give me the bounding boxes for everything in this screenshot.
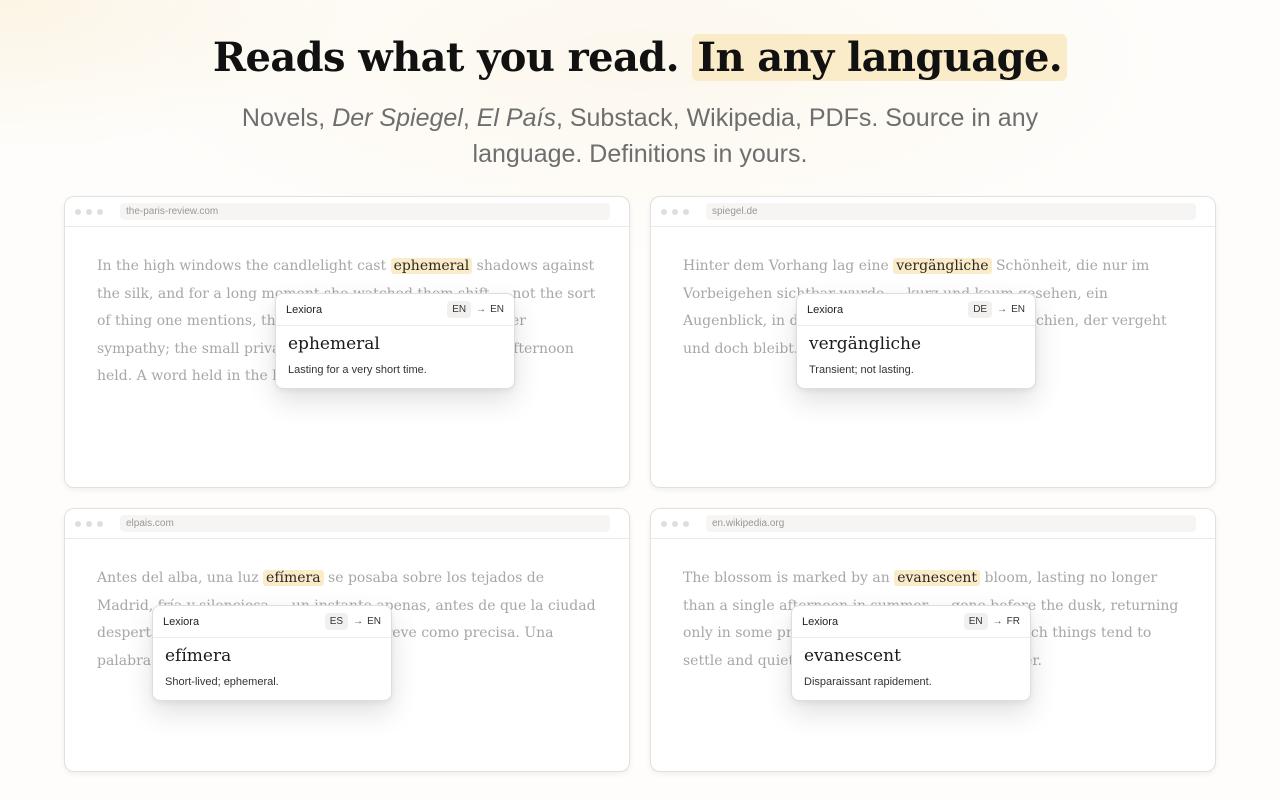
browser-chrome: the-paris-review.com (65, 197, 629, 227)
window-dot-icon (683, 208, 689, 215)
subtitle-italic-elpais: El País (476, 104, 556, 132)
popup-definition: Lasting for a very short time. (288, 364, 427, 376)
browser-chrome: en.wikipedia.org (651, 509, 1215, 539)
browser-card-spiegel: spiegel.de Hinter dem Vorhang lag eine v… (650, 196, 1216, 488)
highlighted-word[interactable]: evanescent (894, 570, 981, 586)
subtitle-text: , (462, 104, 477, 132)
subtitle-text: Novels, (241, 104, 333, 132)
subtitle-italic-spiegel: Der Spiegel (332, 104, 463, 132)
window-dot-icon (672, 208, 678, 215)
window-dot-icon (97, 208, 103, 215)
subtitle-text: , Substack, Wikipedia, PDFs. Source in a… (472, 104, 1039, 168)
arrow-right-icon: → (476, 304, 487, 315)
browser-card-wikipedia: en.wikipedia.org The blossom is marked b… (650, 508, 1216, 772)
language-pair[interactable]: EN → EN (447, 301, 504, 318)
brand-label: Lexiora (802, 615, 839, 628)
window-dot-icon (683, 520, 689, 527)
target-language[interactable]: FR (1003, 613, 1020, 630)
language-pair[interactable]: ES → EN (324, 613, 381, 630)
source-language[interactable]: EN (963, 613, 988, 630)
headline-plain: Reads what you read. (212, 34, 680, 81)
popup-term: evanescent (804, 646, 901, 666)
highlighted-word[interactable]: vergängliche (893, 258, 992, 274)
popup-definition: Transient; not lasting. (809, 364, 914, 376)
hero-subtitle: Novels, Der Spiegel, El País, Substack, … (190, 100, 1090, 172)
browser-chrome: spiegel.de (651, 197, 1215, 227)
definition-popup: Lexiora DE → EN vergängliche Transient; … (796, 293, 1036, 389)
language-pair[interactable]: DE → EN (968, 301, 1025, 318)
target-language[interactable]: EN (1007, 301, 1025, 318)
highlighted-word[interactable]: efímera (263, 570, 324, 586)
popup-term: ephemeral (288, 334, 380, 354)
address-bar[interactable]: the-paris-review.com (120, 203, 610, 220)
target-language[interactable]: EN (486, 301, 504, 318)
popup-header: Lexiora EN → FR (792, 606, 1030, 638)
browser-card-paris-review: the-paris-review.com In the high windows… (64, 196, 630, 488)
language-pair[interactable]: EN → FR (963, 613, 1020, 630)
target-language[interactable]: EN (363, 613, 381, 630)
address-bar[interactable]: en.wikipedia.org (706, 515, 1196, 532)
arrow-right-icon: → (353, 616, 364, 627)
definition-popup: Lexiora ES → EN efímera Short-lived; eph… (152, 605, 392, 701)
window-dot-icon (661, 520, 667, 527)
window-dot-icon (75, 208, 81, 215)
headline-highlight: In any language. (692, 34, 1068, 81)
text-segment: Hinter dem Vorhang lag eine (683, 258, 894, 274)
brand-label: Lexiora (807, 303, 844, 316)
address-bar[interactable]: spiegel.de (706, 203, 1196, 220)
popup-definition: Short-lived; ephemeral. (165, 676, 279, 688)
popup-definition: Disparaissant rapidement. (804, 676, 932, 688)
arrow-right-icon: → (992, 616, 1003, 627)
window-dot-icon (661, 208, 667, 215)
hero-headline: Reads what you read. In any language. (0, 30, 1280, 86)
popup-header: Lexiora DE → EN (797, 294, 1035, 326)
popup-term: vergängliche (809, 334, 922, 354)
source-language[interactable]: ES (324, 613, 349, 630)
address-bar[interactable]: elpais.com (120, 515, 610, 532)
popup-term: efímera (165, 646, 232, 666)
brand-label: Lexiora (286, 303, 323, 316)
browser-card-elpais: elpais.com Antes del alba, una luz efíme… (64, 508, 630, 772)
source-language[interactable]: EN (447, 301, 472, 318)
window-dot-icon (86, 520, 92, 527)
window-dot-icon (75, 520, 81, 527)
window-dot-icon (86, 208, 92, 215)
popup-header: Lexiora ES → EN (153, 606, 391, 638)
definition-popup: Lexiora EN → EN ephemeral Lasting for a … (275, 293, 515, 389)
brand-label: Lexiora (163, 615, 200, 628)
highlighted-word[interactable]: ephemeral (390, 258, 473, 274)
arrow-right-icon: → (997, 304, 1008, 315)
popup-header: Lexiora EN → EN (276, 294, 514, 326)
text-segment: Antes del alba, una luz (97, 570, 264, 586)
window-dot-icon (97, 520, 103, 527)
text-segment: The blossom is marked by an (683, 570, 895, 586)
source-language[interactable]: DE (968, 301, 993, 318)
window-dot-icon (672, 520, 678, 527)
browser-chrome: elpais.com (65, 509, 629, 539)
definition-popup: Lexiora EN → FR evanescent Disparaissant… (791, 605, 1031, 701)
text-segment: In the high windows the candlelight cast (97, 258, 391, 274)
